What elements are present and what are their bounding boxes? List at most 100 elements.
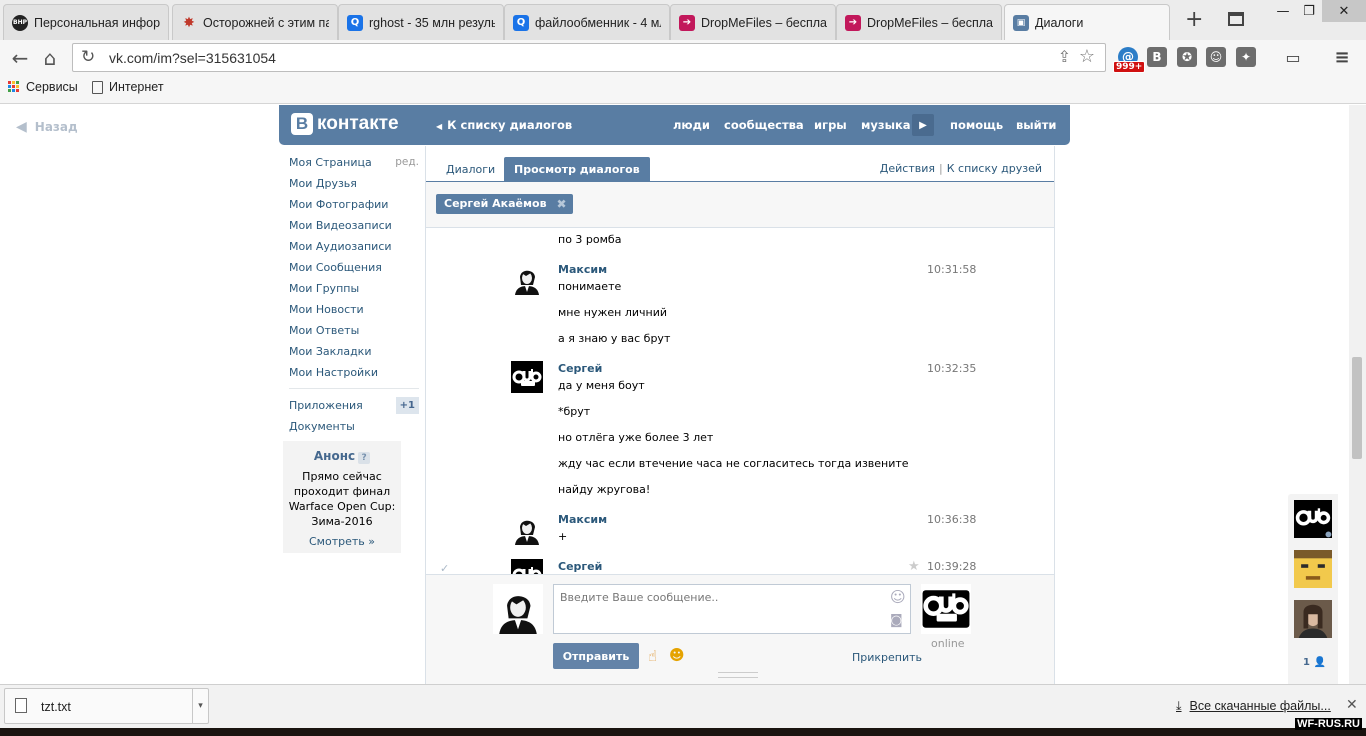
extension-ok-icon[interactable]: ✪ — [1177, 47, 1197, 67]
nav-news[interactable]: Мои Новости — [289, 299, 419, 320]
menu-music[interactable]: музыка — [861, 118, 911, 132]
message-time[interactable]: 10:36:38 — [927, 513, 976, 526]
vk-logo[interactable]: В контакте — [291, 113, 399, 135]
nav-bookmarks[interactable]: Мои Закладки — [289, 341, 419, 362]
message-time[interactable]: 10:39:28 — [927, 560, 976, 573]
scrollbar-thumb[interactable] — [1352, 357, 1362, 459]
message-author[interactable]: Сергей — [558, 362, 602, 375]
page-back-link[interactable]: ◀ Назад — [16, 119, 78, 135]
nav-friends[interactable]: Мои Друзья — [289, 173, 419, 194]
url-text[interactable]: vk.com/im?sel=315631054 — [109, 50, 276, 66]
edit-link[interactable]: ред. — [395, 152, 419, 173]
reload-icon[interactable]: ↻ — [81, 47, 95, 67]
help-icon[interactable]: ? — [358, 452, 371, 464]
message-author[interactable]: Максим — [558, 513, 607, 526]
avatar[interactable] — [511, 263, 543, 295]
feedback-icon[interactable]: ▭ — [1283, 47, 1303, 67]
message-history[interactable]: по 3 ромба Максим 10:31:58 понимаете мне… — [426, 229, 1054, 574]
tab-title: DropMeFiles – бесплат — [701, 15, 827, 30]
nav-photos[interactable]: Мои Фотографии — [289, 194, 419, 215]
minimize-icon[interactable]: — — [1270, 0, 1296, 22]
address-bar[interactable]: ↻ vk.com/im?sel=315631054 ⇪ ☆ — [72, 43, 1106, 72]
actions-link[interactable]: Действия — [880, 162, 935, 175]
hand-icon[interactable]: ☝ — [648, 647, 657, 665]
announcement-more-link[interactable]: Смотреть » — [283, 535, 401, 548]
close-icon[interactable]: ✖ — [556, 194, 566, 214]
nav-answers[interactable]: Мои Ответы — [289, 320, 419, 341]
resize-grip[interactable] — [718, 672, 758, 678]
message-author[interactable]: Сергей — [558, 560, 602, 573]
dropdown-icon[interactable]: ▾ — [192, 689, 208, 723]
extension-twitter-icon[interactable]: ✦ — [1236, 47, 1256, 67]
browser-tab-5[interactable]: ➔ DropMeFiles – бесплат — [836, 4, 1002, 40]
back-to-dialogs-link[interactable]: ◀ К списку диалогов — [436, 118, 572, 132]
message-input[interactable] — [553, 584, 911, 634]
menu-help[interactable]: помощь — [950, 118, 1003, 132]
bookmark-star-icon[interactable]: ☆ — [1079, 46, 1095, 67]
home-icon[interactable]: ⌂ — [38, 46, 62, 70]
share-icon[interactable]: ⇪ — [1058, 47, 1071, 66]
restore-icon[interactable]: ❐ — [1296, 0, 1322, 22]
menu-communities[interactable]: сообщества — [724, 118, 804, 132]
attach-link[interactable]: Прикрепить — [852, 651, 922, 664]
extension-face-icon[interactable]: ☺ — [1206, 47, 1226, 67]
friends-count-number: 1 — [1303, 657, 1310, 668]
smiley-icon[interactable]: ☺ — [890, 588, 906, 606]
browser-tab-4[interactable]: ➔ DropMeFiles – бесплат — [670, 4, 836, 40]
nav-videos[interactable]: Мои Видеозаписи — [289, 215, 419, 236]
play-icon[interactable]: ▶ — [912, 114, 934, 136]
emoji-icon[interactable]: ☻ — [669, 646, 685, 664]
nav-audio[interactable]: Мои Аудиозаписи — [289, 236, 419, 257]
download-item[interactable]: tzt.txt ▾ — [4, 688, 209, 724]
message-time[interactable]: 10:32:35 — [927, 362, 976, 375]
close-window-icon[interactable]: ✕ — [1322, 0, 1366, 22]
browser-tab-2[interactable]: Q rghost - 35 млн резуль — [338, 4, 504, 40]
menu-logout[interactable]: выйти — [1016, 118, 1056, 132]
browser-tab-3[interactable]: Q файлообменник - 4 мл — [504, 4, 670, 40]
avatar[interactable] — [511, 361, 543, 393]
message-author[interactable]: Максим — [558, 263, 607, 276]
friends-list-link[interactable]: К списку друзей — [947, 162, 1042, 175]
nav-my-page[interactable]: Моя Страница ред. — [289, 152, 419, 173]
nav-apps[interactable]: Приложения +1 — [289, 395, 419, 416]
announcement-text[interactable]: Прямо сейчас проходит финал Warface Open… — [283, 469, 401, 529]
message-time[interactable]: 10:31:58 — [927, 263, 976, 276]
bookmark-internet[interactable]: Интернет — [92, 80, 164, 94]
bookmark-services[interactable]: Сервисы — [8, 80, 78, 94]
browser-tab-6[interactable]: ▣ Диалоги — [1004, 4, 1170, 40]
friend-avatar[interactable] — [1294, 500, 1332, 538]
menu-icon[interactable]: ≡ — [1332, 47, 1352, 68]
peer-avatar[interactable] — [921, 584, 971, 634]
friends-count[interactable]: 1 👤 — [1303, 657, 1326, 668]
file-icon — [15, 698, 27, 713]
new-tab-icon[interactable]: + — [1185, 9, 1203, 31]
tab-view-dialogs[interactable]: Просмотр диалогов — [504, 157, 650, 182]
nav-settings[interactable]: Мои Настройки — [289, 362, 419, 383]
tab-list-icon[interactable] — [1228, 12, 1244, 26]
menu-games[interactable]: игры — [814, 118, 847, 132]
avatar[interactable] — [511, 559, 543, 574]
send-button[interactable]: Отправить — [553, 643, 639, 669]
compose-area: ☺ ◙ Отправить ☝ ☻ Прикрепить online — [426, 574, 1054, 686]
all-downloads-link[interactable]: ⤓ Все скачанные файлы... — [1176, 699, 1331, 714]
online-friends-panel: 1 👤 — [1288, 494, 1338, 684]
recipient-chip[interactable]: Сергей Акаёмов ✖ — [436, 194, 573, 214]
page-scrollbar[interactable] — [1349, 105, 1366, 684]
nav-groups[interactable]: Мои Группы — [289, 278, 419, 299]
friend-avatar[interactable] — [1294, 600, 1332, 638]
menu-people[interactable]: люди — [673, 118, 710, 132]
back-arrow-icon[interactable]: ← — [8, 46, 32, 70]
nav-documents[interactable]: Документы — [289, 416, 419, 437]
friend-avatar[interactable] — [1294, 550, 1332, 588]
avatar[interactable] — [511, 513, 543, 545]
extension-vk-icon[interactable]: В — [1147, 47, 1167, 67]
browser-tab-0[interactable]: ВНР Персональная информ — [3, 4, 169, 40]
tab-dialogs[interactable]: Диалоги — [436, 157, 505, 182]
watermark: WF-RUS.RU — [1295, 718, 1362, 730]
camera-icon[interactable]: ◙ — [890, 613, 903, 628]
nav-messages[interactable]: Мои Сообщения — [289, 257, 419, 278]
browser-tab-1[interactable]: ✸ Осторожней с этим па — [172, 4, 338, 40]
close-icon[interactable]: ✕ — [1346, 697, 1358, 713]
favorite-star-icon[interactable]: ★ — [908, 559, 920, 574]
my-avatar[interactable] — [493, 584, 543, 634]
